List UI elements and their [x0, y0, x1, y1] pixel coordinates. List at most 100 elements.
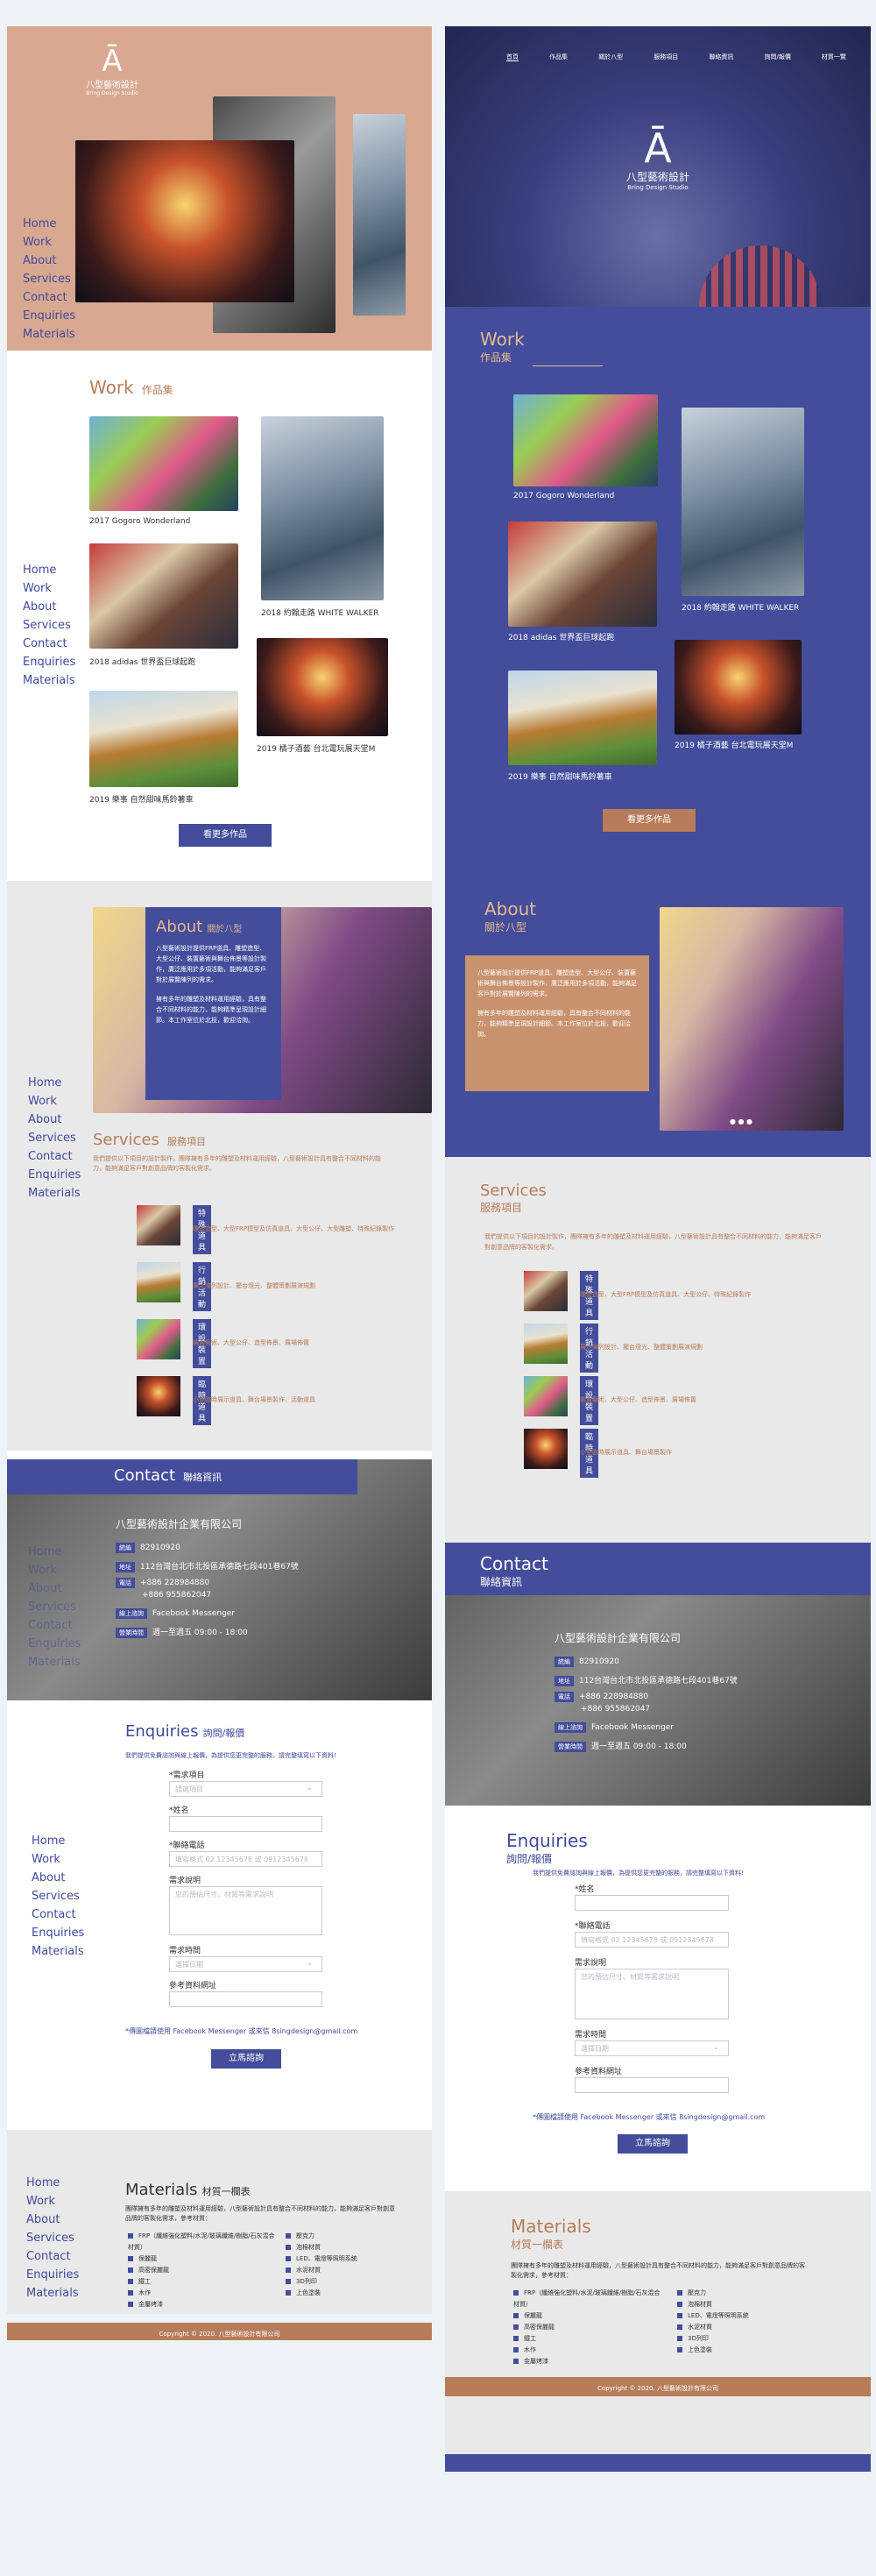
- menu-item-contact[interactable]: 聯絡資訊: [709, 53, 733, 60]
- work-photo-gogoro[interactable]: [89, 416, 238, 511]
- service-select[interactable]: 請選項目: [169, 1781, 322, 1797]
- enquiries-note[interactable]: *傳圖檔請使用 Facebook Messenger 或來信 8singdesi…: [125, 2026, 357, 2036]
- nav-item-enquiries[interactable]: Enquiries: [32, 1924, 84, 1942]
- logo[interactable]: Ā 八型藝術設計 Bring Design Studio: [614, 127, 702, 191]
- nav-item-services[interactable]: Services: [32, 1887, 84, 1905]
- nav-item-home[interactable]: Home: [28, 1074, 81, 1092]
- contact-row-messenger[interactable]: 線上諮詢 Facebook Messenger: [555, 1722, 674, 1733]
- field-label-description: 需求說明: [575, 1959, 607, 1968]
- submit-button[interactable]: 立馬諮詢: [618, 2134, 688, 2154]
- material-item: 壓克力: [677, 2288, 826, 2299]
- nav-item-work[interactable]: Work: [32, 1850, 84, 1869]
- description-textarea[interactable]: 您的預估尺寸、材質等需求說明: [169, 1886, 322, 1935]
- nav-item-contact[interactable]: Contact: [28, 1616, 81, 1635]
- work-photo-game[interactable]: [257, 638, 388, 736]
- work-photo-adidas[interactable]: [508, 522, 657, 627]
- contact-row-address[interactable]: 地址 112台灣台北市北投區承德路七段401巷67號: [116, 1560, 299, 1572]
- work-photo-walker[interactable]: [261, 416, 384, 600]
- nav-item-contact[interactable]: Contact: [28, 1147, 81, 1166]
- name-input[interactable]: [169, 1816, 322, 1832]
- phone-input[interactable]: 填寫格式 02 12345678 或 0912345678: [169, 1851, 322, 1867]
- nav-item-materials[interactable]: Materials: [26, 2284, 79, 2303]
- work-photo-gogoro[interactable]: [513, 394, 658, 486]
- nav-item-services[interactable]: Services: [23, 616, 75, 635]
- work-more-button[interactable]: 看更多作品: [179, 824, 272, 847]
- nav-item-about[interactable]: About: [28, 1579, 81, 1598]
- nav-item-work[interactable]: Work: [28, 1092, 81, 1111]
- contact-row-phone-2[interactable]: +886 955862047: [581, 1705, 650, 1714]
- menu-item-home[interactable]: 首頁: [506, 53, 519, 61]
- nav-item-work[interactable]: Work: [28, 1561, 81, 1579]
- services-intro: 我們提供以下項目的設計製作，團隊擁有多年的雕塑及材料運用經驗，八型藝術設計具有整…: [93, 1155, 381, 1172]
- about-title: About: [156, 918, 203, 936]
- description-textarea[interactable]: 您的預估尺寸、材質等需求說明: [575, 1969, 729, 2019]
- work-photo-lays[interactable]: [89, 691, 238, 787]
- menu-item-about[interactable]: 關於八型: [598, 53, 623, 60]
- nav-item-about[interactable]: About: [28, 1111, 81, 1129]
- nav-item-enquiries[interactable]: Enquiries: [28, 1635, 81, 1653]
- nav-item-home[interactable]: Home: [23, 561, 75, 579]
- menu-item-work[interactable]: 作品集: [549, 53, 568, 60]
- nav-item-services[interactable]: Services: [28, 1129, 81, 1147]
- nav-item-work[interactable]: Work: [26, 2192, 79, 2211]
- name-input[interactable]: [575, 1895, 729, 1911]
- service-desc: 展示陳列設計、擺台燈光、整體策劃展演規劃: [193, 1282, 315, 1289]
- contact-row-phone[interactable]: 電話 +886 228984880: [116, 1578, 209, 1588]
- nav-item-contact[interactable]: Contact: [32, 1905, 84, 1924]
- reference-input[interactable]: [169, 1991, 322, 2007]
- nav-item-work[interactable]: Work: [23, 233, 75, 252]
- material-item: 木作: [513, 2345, 662, 2356]
- nav-item-services[interactable]: Services: [28, 1598, 81, 1616]
- work-photo-adidas[interactable]: [89, 543, 238, 649]
- nav-item-enquiries[interactable]: Enquiries: [23, 307, 75, 325]
- nav-item-contact[interactable]: Contact: [23, 288, 75, 307]
- nav-item-materials[interactable]: Materials: [23, 325, 75, 344]
- enquiries-section: Enquiries 詢問/報價 我們提供免費諮詢與線上報價，為提供您更完整的服務…: [445, 1806, 871, 2191]
- hero-dome: [699, 245, 822, 307]
- date-select[interactable]: 選擇日期: [169, 1956, 322, 1972]
- nav-item-home[interactable]: Home: [23, 215, 75, 233]
- phone-input[interactable]: 填寫格式 02 12345678 或 0912345678: [575, 1932, 729, 1948]
- nav-item-about[interactable]: About: [32, 1869, 84, 1887]
- contact-row-taxid: 統編 82910920: [116, 1543, 180, 1553]
- submit-button[interactable]: 立馬諮詢: [211, 2049, 281, 2069]
- nav-item-home[interactable]: Home: [26, 2174, 79, 2192]
- nav-item-enquiries[interactable]: Enquiries: [26, 2266, 79, 2284]
- work-photo-game[interactable]: [675, 640, 802, 734]
- nav-item-work[interactable]: Work: [23, 579, 75, 598]
- contact-row-messenger[interactable]: 線上諮詢 Facebook Messenger: [116, 1608, 235, 1619]
- nav-item-enquiries[interactable]: Enquiries: [23, 653, 75, 671]
- logo[interactable]: Ā 八型藝術設計 Bring Design Studio: [77, 46, 147, 96]
- work-photo-lays[interactable]: [508, 671, 657, 765]
- enquiries-note[interactable]: *傳圖檔請使用 Facebook Messenger 或來信 8singdesi…: [533, 2112, 765, 2122]
- nav-item-contact[interactable]: Contact: [26, 2247, 79, 2266]
- nav-item-services[interactable]: Services: [26, 2229, 79, 2247]
- nav-item-materials[interactable]: Materials: [32, 1942, 84, 1961]
- material-item: 金屬烤漆: [128, 2299, 277, 2310]
- nav-item-materials[interactable]: Materials: [28, 1653, 81, 1671]
- about-card: About 關於八型 八型藝術設計提供FRP道具、雕塑造型、大型公仔、裝置藝術與…: [145, 907, 281, 1100]
- nav-item-materials[interactable]: Materials: [28, 1184, 81, 1203]
- nav-item-about[interactable]: About: [23, 252, 75, 270]
- reference-input[interactable]: [575, 2077, 729, 2093]
- contact-row-phone-2[interactable]: +886 955862047: [142, 1591, 211, 1600]
- nav-item-contact[interactable]: Contact: [23, 635, 75, 653]
- contact-row-phone[interactable]: 電話 +886 228984880: [555, 1692, 648, 1702]
- work-more-button[interactable]: 看更多作品: [603, 809, 696, 832]
- nav-item-materials[interactable]: Materials: [23, 671, 75, 690]
- contact-row-address[interactable]: 地址 112台灣台北市北投區承德路七段401巷67號: [555, 1674, 738, 1686]
- work-photo-walker[interactable]: [682, 408, 804, 596]
- nav-item-about[interactable]: About: [23, 598, 75, 616]
- material-item: 壓克力: [286, 2231, 417, 2242]
- materials-heading: Materials 材質一欄表: [511, 2216, 591, 2252]
- nav-item-services[interactable]: Services: [23, 270, 75, 288]
- menu-item-enquiries[interactable]: 詢問/報價: [764, 53, 790, 60]
- nav-item-home[interactable]: Home: [28, 1543, 81, 1561]
- carousel-dots[interactable]: ● ● ●: [730, 1118, 752, 1125]
- nav-item-home[interactable]: Home: [32, 1832, 84, 1850]
- menu-item-materials[interactable]: 材質一覽: [822, 53, 846, 60]
- nav-item-about[interactable]: About: [26, 2211, 79, 2229]
- menu-item-services[interactable]: 服務項目: [653, 53, 678, 60]
- nav-item-enquiries[interactable]: Enquiries: [28, 1166, 81, 1184]
- date-select[interactable]: 選擇日期: [575, 2040, 729, 2056]
